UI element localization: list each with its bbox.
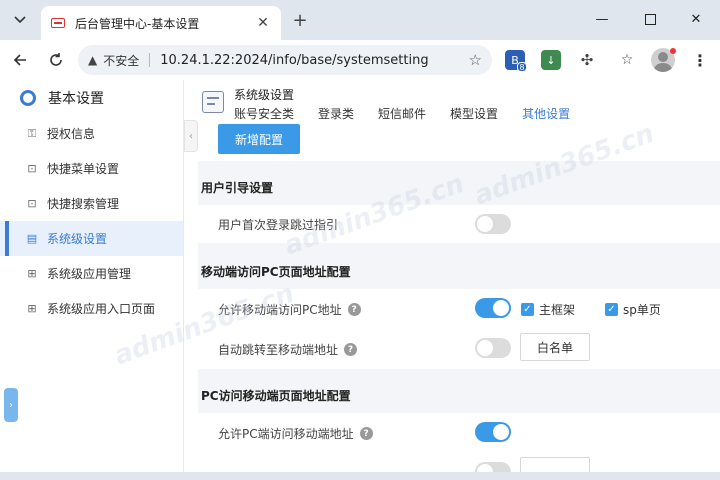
back-arrow-icon: [13, 54, 26, 66]
partial-whitelist-button[interactable]: [520, 457, 590, 472]
sidebar-item-app-entry[interactable]: ⊞ 系统级应用入口页面: [0, 291, 183, 326]
apps-grid-icon: ⊞: [27, 267, 37, 280]
sp-single-label: sp单页: [623, 303, 661, 317]
system-settings-icon: ▤: [26, 232, 38, 245]
main-content: 系统级设置 账号安全类 登录类 短信邮件 模型设置 其他设置 新增配置 用户引导…: [198, 80, 720, 472]
toggle-knob: [477, 340, 493, 356]
site-favicon-icon: [51, 18, 65, 28]
section-title-user-guide: 用户引导设置: [201, 181, 274, 195]
sidebar-item-label: 系统级设置: [47, 232, 108, 246]
back-button[interactable]: [6, 46, 34, 74]
side-expand-button[interactable]: ›: [4, 388, 18, 422]
main-frame-label: 主框架: [539, 303, 576, 317]
sidebar-item-system-apps[interactable]: ⊞ 系统级应用管理: [0, 256, 183, 291]
minimize-button[interactable]: —: [580, 4, 624, 34]
toggle-knob: [493, 424, 509, 440]
add-config-button[interactable]: 新增配置: [218, 124, 300, 154]
skip-guide-label: 用户首次登录跳过指引: [218, 218, 339, 232]
section-title-mobile-to-pc: 移动端访问PC页面地址配置: [201, 265, 351, 279]
browser-tab-active[interactable]: 后台管理中心-基本设置 ✕: [41, 6, 281, 40]
checkmark-icon: ✓: [605, 303, 618, 316]
help-icon[interactable]: ?: [359, 427, 373, 440]
maximize-icon: [644, 13, 656, 25]
mobile-to-pc-toggle[interactable]: [475, 298, 511, 318]
reload-icon: [50, 53, 62, 66]
maximize-button[interactable]: [628, 4, 672, 34]
close-window-button[interactable]: ✕: [674, 4, 718, 34]
insecure-label: 不安全: [103, 53, 140, 68]
checkmark-icon: ✓: [521, 303, 534, 316]
pc-to-mobile-card: [198, 413, 720, 472]
sidebar-item-system-settings[interactable]: ▤ 系统级设置: [0, 221, 183, 256]
page-title: 系统级设置: [234, 88, 295, 102]
extension-download-icon[interactable]: ↓: [541, 50, 561, 70]
content-header: 系统级设置 账号安全类 登录类 短信邮件 模型设置 其他设置: [198, 80, 720, 128]
sidebar-header: 基本设置: [0, 80, 183, 116]
pc-to-mobile-toggle[interactable]: [475, 422, 511, 442]
extensions-puzzle-icon[interactable]: ✣: [577, 50, 597, 70]
new-tab-button[interactable]: +: [287, 8, 313, 32]
auto-redirect-label: 自动跳转至移动端地址: [218, 343, 339, 357]
sp-single-checkbox[interactable]: ✓ sp单页: [605, 301, 661, 318]
mobile-to-pc-label: 允许移动端访问PC地址: [218, 303, 342, 317]
bookmark-star-icon[interactable]: ☆: [469, 51, 482, 69]
toggle-knob: [477, 216, 493, 232]
extension-badge: 8: [517, 62, 527, 72]
tab-search-button[interactable]: [4, 5, 36, 33]
section-title-pc-to-mobile: PC访问移动端页面地址配置: [201, 389, 351, 403]
sidebar-item-quick-search[interactable]: ⊡ 快捷搜索管理: [0, 186, 183, 221]
sidebar-title: 基本设置: [48, 91, 104, 107]
pc-to-mobile-label: 允许PC端访问移动端地址: [218, 427, 354, 441]
tab-title: 后台管理中心-基本设置: [75, 16, 200, 31]
browser-tabstrip: 后台管理中心-基本设置 ✕ + — ✕: [0, 0, 720, 40]
sidebar-item-label: 授权信息: [47, 127, 96, 141]
partial-toggle[interactable]: [475, 462, 511, 472]
apps-grid-icon: ⊞: [27, 302, 37, 315]
key-icon: ⚿: [27, 126, 37, 140]
quick-menu-icon: ⊡: [27, 162, 37, 175]
window-bottom-border: [0, 472, 720, 480]
browser-menu-icon[interactable]: ⋮: [688, 46, 712, 74]
favorites-icon[interactable]: ☆: [617, 50, 637, 70]
help-icon[interactable]: ?: [347, 303, 361, 316]
quick-search-icon: ⊡: [27, 197, 37, 210]
browser-toolbar: ▲ 不安全 10.24.1.22:2024/info/base/systemse…: [0, 40, 720, 80]
chevron-down-icon: [14, 16, 26, 24]
system-settings-icon: [202, 91, 224, 113]
pc-to-mobile-row: 允许PC端访问移动端地址 ?: [218, 425, 373, 442]
web-page: 基本设置 ⚿ 授权信息 ⊡ 快捷菜单设置 ⊡ 快捷搜索管理 ▤ 系统级设置 ⊞ …: [0, 80, 720, 472]
whitelist-button[interactable]: 白名单: [520, 333, 590, 361]
toggle-knob: [493, 300, 509, 316]
profile-notification-dot: [670, 48, 676, 54]
reload-button[interactable]: [42, 46, 70, 74]
sidebar-item-label: 系统级应用入口页面: [47, 302, 156, 316]
address-url[interactable]: 10.24.1.22:2024/info/base/systemsetting: [160, 53, 468, 68]
tab-close-icon[interactable]: ✕: [255, 15, 271, 31]
sidebar: 基本设置 ⚿ 授权信息 ⊡ 快捷菜单设置 ⊡ 快捷搜索管理 ▤ 系统级设置 ⊞ …: [0, 80, 184, 472]
sidebar-item-label: 快捷搜索管理: [47, 197, 120, 211]
auto-redirect-toggle[interactable]: [475, 338, 511, 358]
sidebar-item-label: 快捷菜单设置: [47, 162, 120, 176]
address-bar[interactable]: ▲ 不安全 10.24.1.22:2024/info/base/systemse…: [78, 45, 492, 75]
auto-redirect-row: 自动跳转至移动端地址 ?: [218, 341, 358, 358]
sidebar-item-label: 系统级应用管理: [47, 267, 132, 281]
warning-icon: ▲: [88, 53, 98, 67]
address-separator: [149, 53, 151, 67]
skip-guide-toggle[interactable]: [475, 214, 511, 234]
sidebar-item-quick-menu[interactable]: ⊡ 快捷菜单设置: [0, 151, 183, 186]
main-frame-checkbox[interactable]: ✓ 主框架: [521, 301, 575, 318]
help-icon[interactable]: ?: [344, 343, 358, 356]
toggle-knob: [477, 464, 493, 472]
mobile-to-pc-row: 允许移动端访问PC地址 ?: [218, 301, 361, 318]
sidebar-collapse-button[interactable]: ‹: [184, 120, 198, 152]
settings-logo-icon: [20, 90, 36, 106]
sidebar-item-authorization[interactable]: ⚿ 授权信息: [0, 116, 183, 151]
